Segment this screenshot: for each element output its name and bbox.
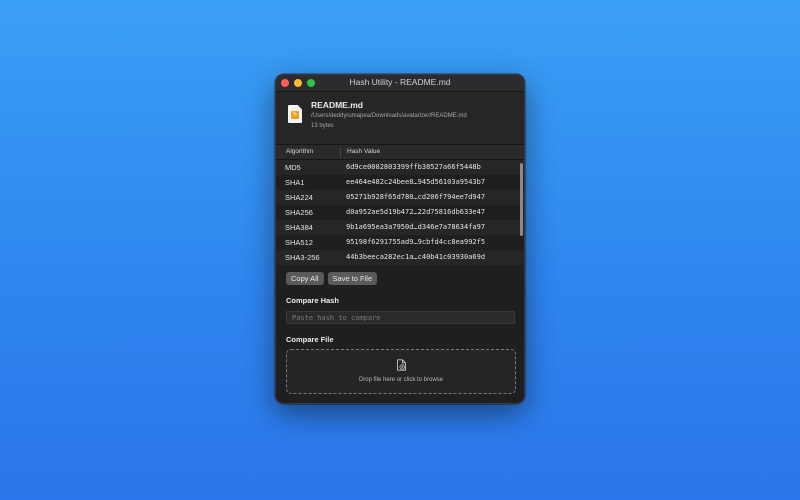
file-path: /Users/deddyrumapea/Downloads/avatarizer… [311,113,467,119]
compare-hash-label: Compare Hash [286,296,339,305]
action-buttons: Copy All Save to File [286,272,378,285]
table-row[interactable]: SHA224 05271b928f65d780…cd206f794ee7d947 [276,190,524,205]
algorithm-cell: SHA224 [285,193,313,202]
column-header-hash[interactable]: Hash Value [347,148,380,155]
hash-cell: 9b1a695ea3a7950d…d346e7a78634fa97 [346,223,486,231]
algorithm-cell: SHA3-256 [285,253,320,262]
hash-cell: 6d9ce0002803399ffb38527a66f5448b [346,163,481,171]
file-drop-zone[interactable]: Drop file here or click to browse [286,349,516,394]
table-row[interactable]: MD5 6d9ce0002803399ffb38527a66f5448b [276,160,524,175]
hash-cell: 44b3beeca282ec1a…c40b41c03930a69d [346,253,486,261]
title-bar[interactable]: Hash Utility - README.md [276,75,524,92]
algorithm-cell: SHA1 [285,178,305,187]
window-title: Hash Utility - README.md [349,77,451,87]
file-info-panel: ✎ README.md /Users/deddyrumapea/Download… [276,92,524,144]
hash-utility-window: Hash Utility - README.md ✎ README.md /Us… [275,74,525,404]
file-size: 13 bytes [311,123,334,129]
column-header-algorithm[interactable]: Algorithm [286,148,313,155]
algorithm-cell: SHA256 [285,208,313,217]
table-row[interactable]: SHA1 ee464e482c24bee8…945d56103a9543b7 [276,175,524,190]
table-scrollbar[interactable] [520,163,523,236]
file-type-glyph-icon: ✎ [291,111,299,119]
algorithm-cell: SHA384 [285,223,313,232]
hash-cell: ee464e482c24bee8…945d56103a9543b7 [346,178,486,186]
file-name: README.md [311,100,363,110]
compare-hash-input[interactable]: Paste hash to compare [286,311,515,324]
save-to-file-button[interactable]: Save to File [327,272,378,285]
compare-file-label: Compare File [286,335,334,344]
document-icon: ✎ [288,105,302,123]
copy-all-button[interactable]: Copy All [286,272,324,285]
column-divider [340,147,341,158]
hash-cell: d0a952ae5d19b472…22d75816db633e47 [346,208,486,216]
file-add-icon [397,359,406,371]
table-row[interactable]: SHA512 95198f6291755ad9…9cbfd4cc8ea992f5 [276,235,524,250]
drop-zone-text: Drop file here or click to browse [358,377,444,383]
hash-table: MD5 6d9ce0002803399ffb38527a66f5448b SHA… [276,160,524,266]
table-row[interactable]: SHA384 9b1a695ea3a7950d…d346e7a78634fa97 [276,220,524,235]
algorithm-cell: SHA512 [285,238,313,247]
hash-cell: 05271b928f65d780…cd206f794ee7d947 [346,193,486,201]
table-row[interactable]: SHA3-256 44b3beeca282ec1a…c40b41c03930a6… [276,250,524,265]
table-row[interactable]: SHA256 d0a952ae5d19b472…22d75816db633e47 [276,205,524,220]
hash-table-header: Algorithm Hash Value [276,144,524,160]
hash-cell: 95198f6291755ad9…9cbfd4cc8ea992f5 [346,238,486,246]
algorithm-cell: MD5 [285,163,301,172]
